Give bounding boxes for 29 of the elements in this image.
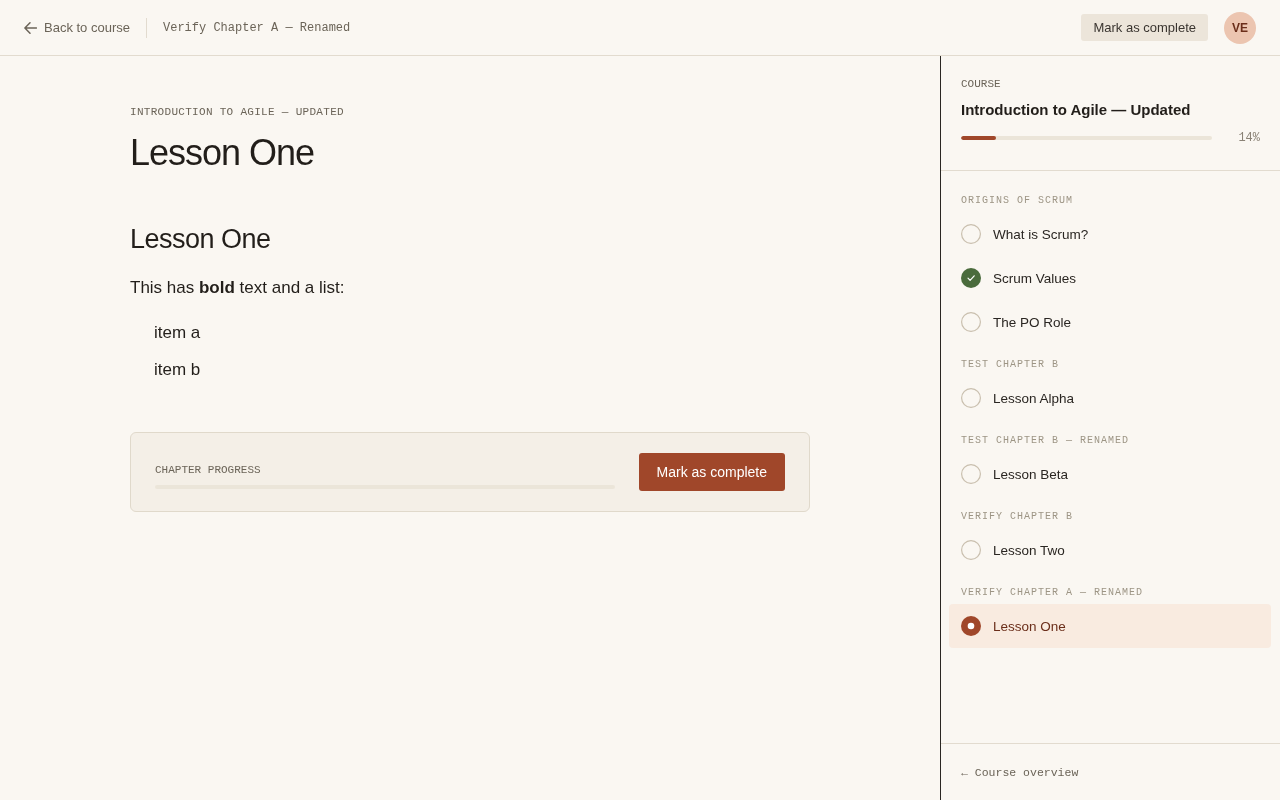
chapter-title: VERIFY CHAPTER A — RENAMED [960, 586, 1145, 600]
chapter-title: ORIGINS OF SCRUM [960, 194, 1074, 208]
chapter-progress-label: CHAPTER PROGRESS [155, 463, 262, 477]
lesson-title: Lesson One [130, 131, 316, 175]
progress-percent: 14% [1238, 131, 1260, 145]
lesson-item[interactable]: The PO Role [949, 300, 1271, 344]
back-link[interactable]: Back to course [24, 20, 130, 35]
lesson-item[interactable]: Lesson Beta [949, 452, 1271, 496]
chapter-title: VERIFY CHAPTER B [960, 510, 1074, 524]
chapter-title: TEST CHAPTER B [960, 358, 1060, 372]
lesson-item[interactable]: Scrum Values [949, 256, 1271, 300]
lesson-item[interactable]: Lesson Two [949, 528, 1271, 572]
chapter-title: TEST CHAPTER B — RENAMED [960, 434, 1131, 448]
lesson-paragraph: This has bold text and a list: [130, 277, 346, 299]
breadcrumb-text: Verify Chapter A — Renamed [163, 20, 351, 35]
mark-complete-button[interactable]: Mark as complete [1081, 14, 1208, 41]
course-overview-link[interactable]: ← Course overview [961, 765, 1079, 779]
course-eyebrow: INTRODUCTION TO AGILE — UPDATED [130, 105, 345, 119]
lesson-item[interactable]: Lesson One [949, 604, 1271, 648]
lesson-item[interactable]: Lesson Alpha [949, 376, 1271, 420]
course-label: COURSE [961, 77, 1002, 92]
mark-complete-button[interactable]: Mark as complete [638, 453, 785, 491]
lesson-heading: Lesson One [130, 223, 272, 256]
avatar[interactable]: VE [1224, 11, 1256, 44]
arrow-left-icon [24, 21, 37, 34]
course-title: Introduction to Agile — Updated [961, 100, 1192, 120]
list-item: item a [154, 322, 202, 344]
list-item: item b [154, 359, 202, 381]
lesson-item[interactable]: What is Scrum? [949, 212, 1271, 256]
